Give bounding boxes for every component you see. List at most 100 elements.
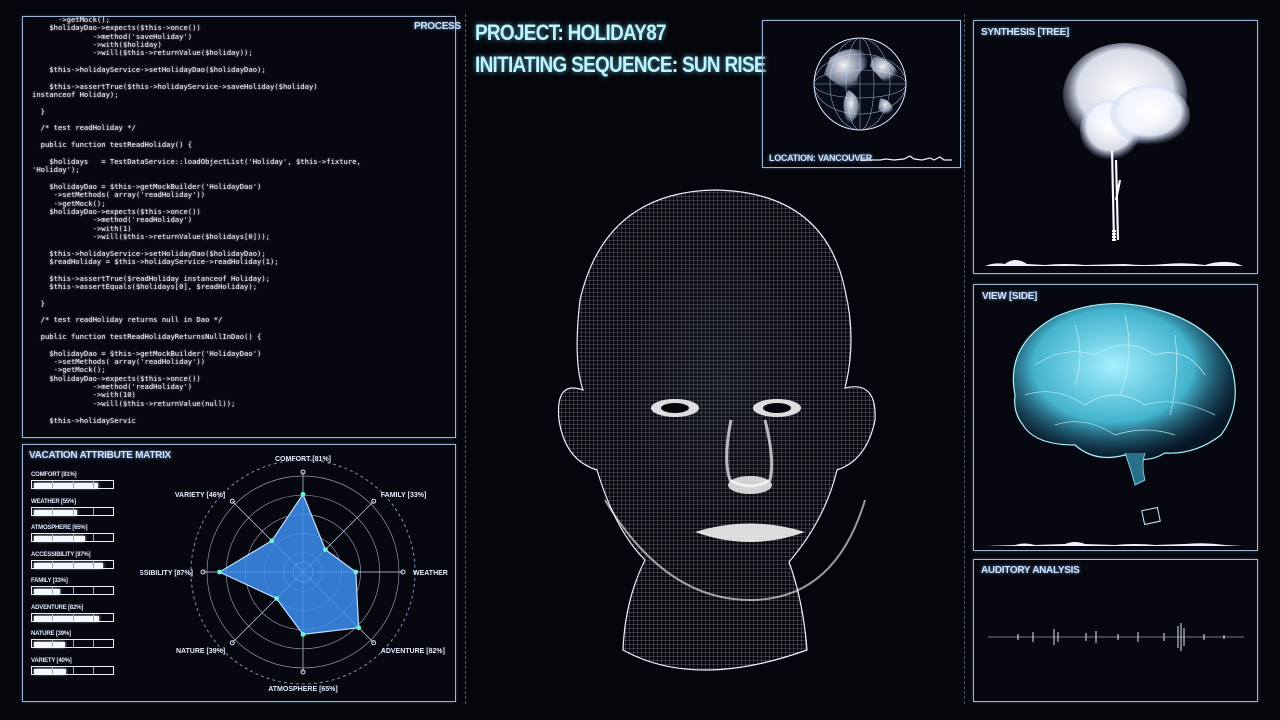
code-line: /* test readHoliday */	[32, 123, 136, 133]
matrix-row-tick	[72, 587, 74, 594]
matrix-row-bar	[31, 480, 114, 489]
code-line: $readHoliday = $this->holidayService->re…	[32, 256, 279, 266]
matrix-row-label: VARIETY [40%]	[31, 657, 72, 664]
matrix-row: VARIETY [40%]	[31, 658, 121, 675]
matrix-row-fill	[34, 615, 99, 621]
matrix-row: ATMOSPHERE [65%]	[31, 525, 121, 542]
code-line: public function testReadHoliday() {	[32, 140, 193, 150]
code-line: }	[32, 106, 45, 116]
matrix-row-tick	[52, 666, 54, 674]
radar-point	[300, 491, 306, 497]
matrix-row-bar	[31, 506, 114, 516]
code-line: $this->holidayServic	[32, 415, 136, 425]
matrix-row-tick	[52, 481, 54, 488]
matrix-row-tick	[72, 640, 74, 647]
code-line: $holidays = TestDataService::loadObjectL…	[32, 156, 361, 166]
radar-spoke-end	[371, 640, 377, 646]
project-title: PROJECT: HOLIDAY87	[475, 20, 667, 45]
matrix-row: COMFORT [81%]	[31, 472, 121, 489]
tree-icon	[1063, 43, 1190, 242]
radar-point	[217, 569, 222, 575]
radar-spoke-end	[371, 498, 377, 504]
matrix-row-fill	[34, 509, 78, 515]
matrix-row-tick	[52, 587, 54, 594]
matrix-row-bar	[31, 612, 114, 622]
view-waveform	[985, 542, 1243, 546]
matrix-row-fill	[34, 668, 66, 674]
matrix-row-tick	[92, 613, 94, 621]
code-line: ->will($this->returnValue(null));	[32, 398, 236, 408]
matrix-row-tick	[52, 560, 54, 568]
radar-series-area	[218, 492, 360, 636]
matrix-row-label: NATURE [39%]	[31, 631, 71, 637]
divider-right	[964, 14, 965, 704]
matrix-row-tick	[72, 560, 74, 568]
radar-point	[274, 596, 279, 601]
matrix-row-tick	[92, 666, 94, 674]
matrix-row-tick	[92, 587, 94, 594]
radar-spoke-end	[229, 640, 235, 646]
code-line: ->will($this->returnValue($holidays[0]))…	[32, 231, 270, 241]
radar-point	[353, 569, 359, 575]
auditory-label: AUDITORY ANALYSIS	[981, 565, 1080, 576]
radar-axis-label: WEATHER [55%]	[413, 570, 450, 577]
brain-icon	[1012, 302, 1236, 526]
matrix-row-label: FAMILY [33%]	[31, 578, 68, 584]
matrix-row-tick	[72, 534, 74, 541]
code-line: /* test readHoliday returns null in Dao …	[32, 315, 223, 325]
matrix-row-label: ACCESSIBILITY [87%]	[31, 551, 91, 558]
code-line: instanceof Holiday);	[32, 90, 119, 100]
matrix-row: ADVENTURE [82%]	[31, 605, 121, 622]
code-line: ->will($this->returnValue($holiday));	[32, 48, 253, 58]
matrix-row-label: ADVENTURE [82%]	[31, 604, 84, 611]
matrix-row-label: COMFORT [81%]	[31, 472, 77, 478]
matrix-row-tick	[92, 534, 94, 541]
matrix-row-label: ATMOSPHERE [65%]	[31, 525, 88, 531]
code-listing: ->getMock(); $holidayDao->expects($this-…	[32, 16, 450, 428]
matrix-row-bar	[31, 533, 114, 542]
synthesis-waveform	[985, 260, 1243, 266]
matrix-row: WEATHER [55%]	[31, 499, 121, 516]
radar-axis-label: COMFORT [81%]	[275, 456, 331, 463]
matrix-row-tick	[52, 640, 54, 647]
radar-point	[356, 625, 362, 631]
code-line: 'Holiday');	[32, 165, 80, 175]
code-line: $this->holidayService->setHolidayDao($ho…	[32, 65, 266, 75]
code-line: }	[32, 298, 45, 308]
location-waveform	[860, 155, 952, 161]
radar-point	[300, 632, 306, 637]
matrix-row-bar	[31, 639, 114, 648]
matrix-row-tick	[72, 666, 74, 674]
matrix-row-bar	[31, 665, 114, 675]
matrix-row-tick	[72, 507, 74, 515]
matrix-row: ACCESSIBILITY [87%]	[31, 552, 121, 569]
radar-point	[323, 547, 328, 552]
radar-axis-label: ATMOSPHERE [65%]	[268, 686, 338, 693]
matrix-row-label: WEATHER [55%]	[31, 498, 76, 505]
matrix-row-fill	[34, 589, 61, 594]
matrix-row-tick	[92, 640, 94, 647]
location-label: LOCATION: VANCOUVER	[769, 153, 872, 163]
matrix-row-tick	[92, 560, 94, 568]
radar-point	[269, 538, 275, 544]
wireframe-head	[557, 189, 876, 671]
radar-axis-label: NATURE [39%]	[176, 648, 225, 655]
matrix-row-fill	[34, 642, 65, 647]
radar-axis-label: FAMILY [33%]	[381, 492, 427, 499]
matrix-row-tick	[72, 481, 74, 488]
divider-left	[465, 14, 466, 704]
matrix-row-fill	[34, 536, 86, 541]
code-line: public function testReadHolidayReturnsNu…	[32, 332, 262, 342]
matrix-row: FAMILY [33%]	[31, 578, 121, 595]
code-line: $this->assertEquals($holidays[0], $readH…	[32, 282, 258, 291]
matrix-row: NATURE [39%]	[31, 631, 121, 648]
matrix-row-tick	[92, 507, 94, 515]
globe-icon	[813, 37, 907, 131]
sequence-title: INITIATING SEQUENCE: SUN RISE	[475, 52, 767, 77]
matrix-row-bar	[31, 559, 114, 569]
matrix-row-tick	[52, 613, 54, 621]
matrix-row-tick	[52, 534, 54, 541]
matrix-row-fill	[34, 483, 98, 488]
